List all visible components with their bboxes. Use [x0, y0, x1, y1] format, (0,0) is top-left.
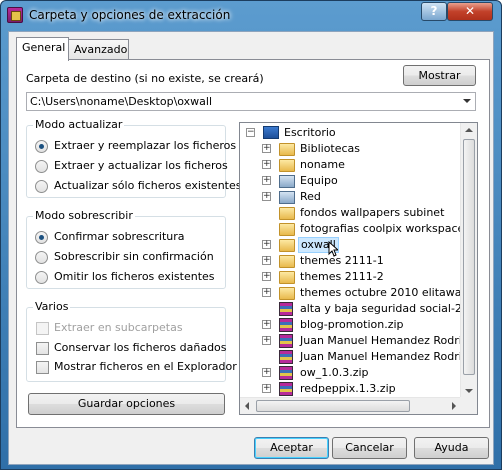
expand-icon[interactable]: + — [262, 368, 271, 377]
horizontal-scroll-thumb[interactable] — [256, 400, 410, 412]
expand-icon[interactable]: + — [262, 320, 271, 329]
tree-item-label[interactable]: fotografias coolpix workspace en — [300, 221, 477, 237]
folder-icon — [279, 207, 295, 220]
tree-item-label[interactable]: redpeppix.1.3.zip — [300, 381, 396, 397]
checkbox-show-in-explorer[interactable] — [36, 361, 49, 374]
tree-item-label[interactable]: ow_1.0.3.zip — [300, 365, 369, 381]
show-button[interactable]: Mostrar — [403, 65, 476, 86]
radio-confirm-overwrite[interactable] — [35, 231, 48, 244]
folder-icon — [279, 143, 295, 156]
update-mode-title: Modo actualizar — [33, 118, 125, 131]
tree-item-label[interactable]: Escritorio — [284, 125, 336, 141]
dialog-window: Carpeta y opciones de extracción ? ✕ Gen… — [0, 0, 502, 470]
expand-icon[interactable]: + — [262, 256, 271, 265]
expand-icon[interactable]: + — [262, 144, 271, 153]
archive-icon — [279, 382, 293, 396]
checkbox-show-in-explorer-label[interactable]: Mostrar ficheros en el Explorador — [54, 360, 237, 373]
folder-icon — [279, 271, 295, 284]
tree-item-label[interactable]: themes 2111-2 — [300, 269, 384, 285]
cancel-button[interactable]: Cancelar — [332, 437, 407, 459]
archive-icon — [279, 302, 293, 316]
scroll-up-icon[interactable] — [465, 128, 473, 132]
radio-extract-update[interactable] — [35, 160, 48, 173]
folder-icon — [279, 255, 295, 268]
network-icon — [279, 191, 295, 204]
title-close-button[interactable]: ✕ — [447, 2, 493, 21]
save-options-button[interactable]: Guardar opciones — [28, 393, 225, 415]
radio-extract-update-label[interactable]: Extraer y actualizar los ficheros — [54, 159, 228, 172]
tree-vertical-scrollbar[interactable] — [460, 123, 477, 398]
computer-icon — [279, 175, 295, 188]
radio-skip-existing-label[interactable]: Omitir los ficheros existentes — [54, 270, 215, 283]
archive-icon — [279, 366, 293, 380]
destination-label: Carpeta de destino (si no existe, se cre… — [26, 72, 264, 85]
scroll-down-icon[interactable] — [465, 389, 473, 393]
expand-icon[interactable]: + — [262, 240, 271, 249]
tree-item-label[interactable]: themes octubre 2010 elitawander — [300, 285, 477, 301]
chevron-down-icon[interactable] — [463, 99, 471, 103]
radio-update-existing[interactable] — [35, 180, 48, 193]
help-button[interactable]: Ayuda — [414, 437, 489, 459]
tree-item-label[interactable]: Juan Manuel Hemandez Rodrigu — [300, 349, 476, 365]
radio-confirm-overwrite-label[interactable]: Confirmar sobrescritura — [54, 230, 185, 243]
checkbox-extract-subfolders — [36, 322, 49, 335]
checkbox-extract-subfolders-label: Extraer en subcarpetas — [54, 321, 183, 334]
destination-path-value: C:\Users\noname\Desktop\oxwall — [30, 95, 213, 108]
checkbox-keep-broken-label[interactable]: Conservar los ficheros dañados — [54, 341, 227, 354]
destination-path-combo[interactable]: C:\Users\noname\Desktop\oxwall — [26, 92, 476, 111]
title-help-button[interactable]: ? — [421, 2, 447, 21]
radio-overwrite-no-confirm[interactable] — [35, 251, 48, 264]
checkbox-keep-broken[interactable] — [36, 342, 49, 355]
dialog-client: General Avanzado Carpeta de destino (si … — [8, 31, 494, 465]
expand-icon[interactable]: + — [262, 288, 271, 297]
vertical-scroll-thumb[interactable] — [463, 139, 475, 375]
tree-horizontal-scrollbar[interactable] — [240, 397, 461, 414]
tab-avanzado[interactable]: Avanzado — [68, 39, 129, 61]
tree-item-label[interactable]: blog-promotion.zip — [300, 317, 404, 333]
tree-item-label[interactable]: Bibliotecas — [300, 141, 360, 157]
scrollbar-corner — [460, 397, 477, 414]
folder-icon — [279, 239, 295, 252]
radio-overwrite-no-confirm-label[interactable]: Sobrescribir sin confirmación — [54, 250, 214, 263]
tree-item-label[interactable]: Equipo — [300, 173, 338, 189]
expand-icon[interactable]: + — [262, 272, 271, 281]
archive-icon — [279, 350, 293, 364]
tree-item-label[interactable]: Juan Manuel Hemandez Rodrigu — [300, 333, 476, 349]
radio-extract-replace[interactable] — [35, 140, 48, 153]
winrar-app-icon — [7, 7, 23, 23]
tree-item-label[interactable]: noname — [300, 157, 345, 173]
radio-update-existing-label[interactable]: Actualizar sólo ficheros existentes — [54, 179, 241, 192]
tree-item-label[interactable]: themes 2111-1 — [300, 253, 384, 269]
expand-icon[interactable]: + — [262, 336, 271, 345]
desktop-icon — [263, 126, 279, 139]
scroll-right-icon[interactable] — [452, 402, 456, 410]
tree-item-label[interactable]: fondos wallpapers subinet — [300, 205, 444, 221]
folder-tree[interactable]: − Escritorio + Bibliotecas + noname + Eq… — [239, 122, 478, 415]
overwrite-mode-title: Modo sobrescribir — [33, 209, 135, 222]
title-bar[interactable]: Carpeta y opciones de extracción ? ✕ — [1, 1, 501, 31]
user-folder-icon — [279, 159, 295, 172]
folder-icon — [279, 287, 295, 300]
archive-icon — [279, 334, 293, 348]
tree-item-label[interactable]: alta y baja seguridad social-2.zip — [300, 301, 477, 317]
folder-icon — [279, 223, 295, 236]
radio-extract-replace-label[interactable]: Extraer y reemplazar los ficheros — [54, 139, 236, 152]
expand-icon[interactable]: + — [262, 160, 271, 169]
tree-item-label[interactable]: Red — [300, 189, 321, 205]
accept-button[interactable]: Aceptar — [254, 437, 329, 459]
scroll-left-icon[interactable] — [245, 402, 249, 410]
window-title: Carpeta y opciones de extracción — [29, 8, 231, 22]
radio-skip-existing[interactable] — [35, 271, 48, 284]
expand-icon[interactable]: + — [262, 192, 271, 201]
tab-general[interactable]: General — [16, 37, 69, 61]
archive-icon — [279, 318, 293, 332]
expand-icon[interactable]: + — [262, 176, 271, 185]
misc-title: Varios — [33, 300, 71, 313]
collapse-icon[interactable]: − — [246, 128, 255, 137]
expand-icon[interactable]: + — [262, 384, 271, 393]
